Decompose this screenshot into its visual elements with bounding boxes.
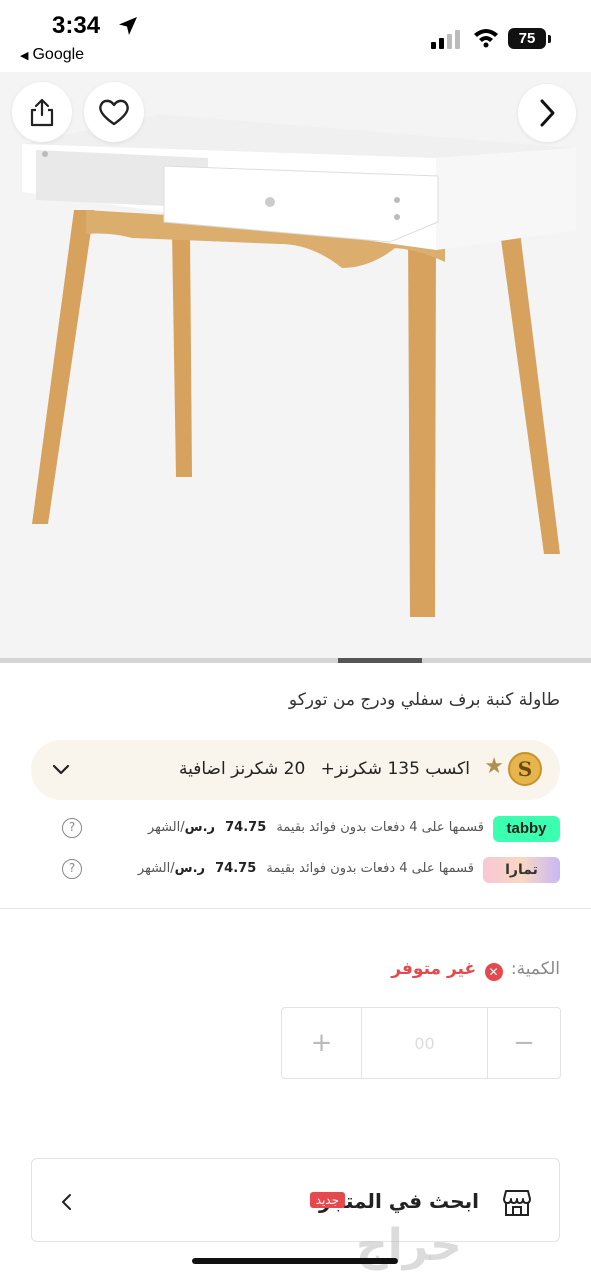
battery-level: 75 — [508, 28, 546, 49]
home-indicator[interactable] — [192, 1258, 398, 1264]
back-to-app-link[interactable]: ◀ Google — [20, 46, 84, 64]
new-badge: جديد — [309, 1192, 345, 1208]
help-icon[interactable]: ? — [62, 859, 82, 879]
carousel-indicator-active — [338, 658, 422, 663]
installment-desc: قسمها على 4 دفعات بدون فوائد بقيمة — [276, 820, 484, 835]
next-image-button[interactable] — [518, 84, 576, 142]
quantity-label: الكمية: — [510, 959, 560, 979]
status-bar: 3:34 ◀ Google 75 — [0, 0, 591, 72]
installment-period: /الشهر — [137, 861, 175, 876]
chevron-left-icon — [62, 1194, 71, 1210]
coin-icon: S — [508, 752, 542, 786]
quantity-input[interactable]: 00 — [362, 1008, 488, 1078]
rewards-text: اكسب 135 شكرنز+ 20 شكرنز اضافية — [169, 759, 470, 779]
installment-row-tabby[interactable]: tabby قسمها على 4 دفعات بدون فوائد بقيمة… — [62, 816, 560, 842]
carousel-indicator — [0, 658, 591, 663]
tamara-logo: تمارا — [483, 857, 560, 883]
unavailable-text: غير متوفر — [391, 959, 477, 979]
chevron-down-icon[interactable] — [51, 760, 71, 780]
quantity-status: الكمية: ✕ غير متوفر — [391, 959, 560, 981]
search-in-store-button[interactable]: ابحث في المتجر جديد — [31, 1158, 560, 1242]
battery-icon: 75 — [508, 26, 552, 50]
share-icon — [30, 98, 54, 127]
tabby-logo: tabby — [493, 816, 560, 842]
cellular-signal-icon — [431, 30, 460, 49]
divider — [0, 908, 591, 909]
installment-currency: ر.س — [174, 861, 205, 876]
wifi-icon — [474, 29, 498, 48]
installment-row-tamara[interactable]: تمارا قسمها على 4 دفعات بدون فوائد بقيمة… — [62, 857, 560, 883]
heart-icon — [99, 99, 129, 126]
installment-period: /الشهر — [147, 820, 185, 835]
installment-text: قسمها على 4 دفعات بدون فوائد بقيمة 74.75… — [138, 861, 474, 876]
star-icon: ★ — [484, 754, 504, 779]
back-triangle-icon: ◀ — [20, 50, 29, 62]
installment-desc: قسمها على 4 دفعات بدون فوائد بقيمة — [266, 861, 474, 876]
rewards-extra: 20 شكرنز اضافية — [178, 759, 306, 779]
clock: 3:34 — [52, 12, 101, 39]
unavailable-icon: ✕ — [484, 963, 503, 981]
rewards-banner[interactable]: S ★ اكسب 135 شكرنز+ 20 شكرنز اضافية — [31, 740, 560, 800]
installment-amount: 74.75 — [215, 861, 257, 876]
increase-quantity-button[interactable]: + — [282, 1008, 362, 1078]
store-icon — [503, 1190, 531, 1216]
installment-amount: 74.75 — [225, 820, 267, 835]
decrease-quantity-button[interactable]: − — [488, 1008, 560, 1078]
favorite-button[interactable] — [84, 82, 144, 142]
rewards-earn: اكسب 135 شكرنز+ — [320, 759, 470, 779]
product-title: طاولة كنبة برف سفلي ودرج من توركو — [288, 690, 560, 710]
chevron-right-icon — [540, 99, 555, 127]
help-icon[interactable]: ? — [62, 818, 82, 838]
location-arrow-icon — [119, 17, 137, 35]
share-button[interactable] — [12, 82, 72, 142]
product-image-carousel[interactable] — [0, 72, 591, 658]
back-app-label: Google — [32, 46, 85, 63]
quantity-stepper: + 00 − — [281, 1007, 561, 1079]
installment-currency: ر.س — [184, 820, 215, 835]
product-photo — [22, 114, 576, 617]
installment-text: قسمها على 4 دفعات بدون فوائد بقيمة 74.75… — [148, 820, 484, 835]
